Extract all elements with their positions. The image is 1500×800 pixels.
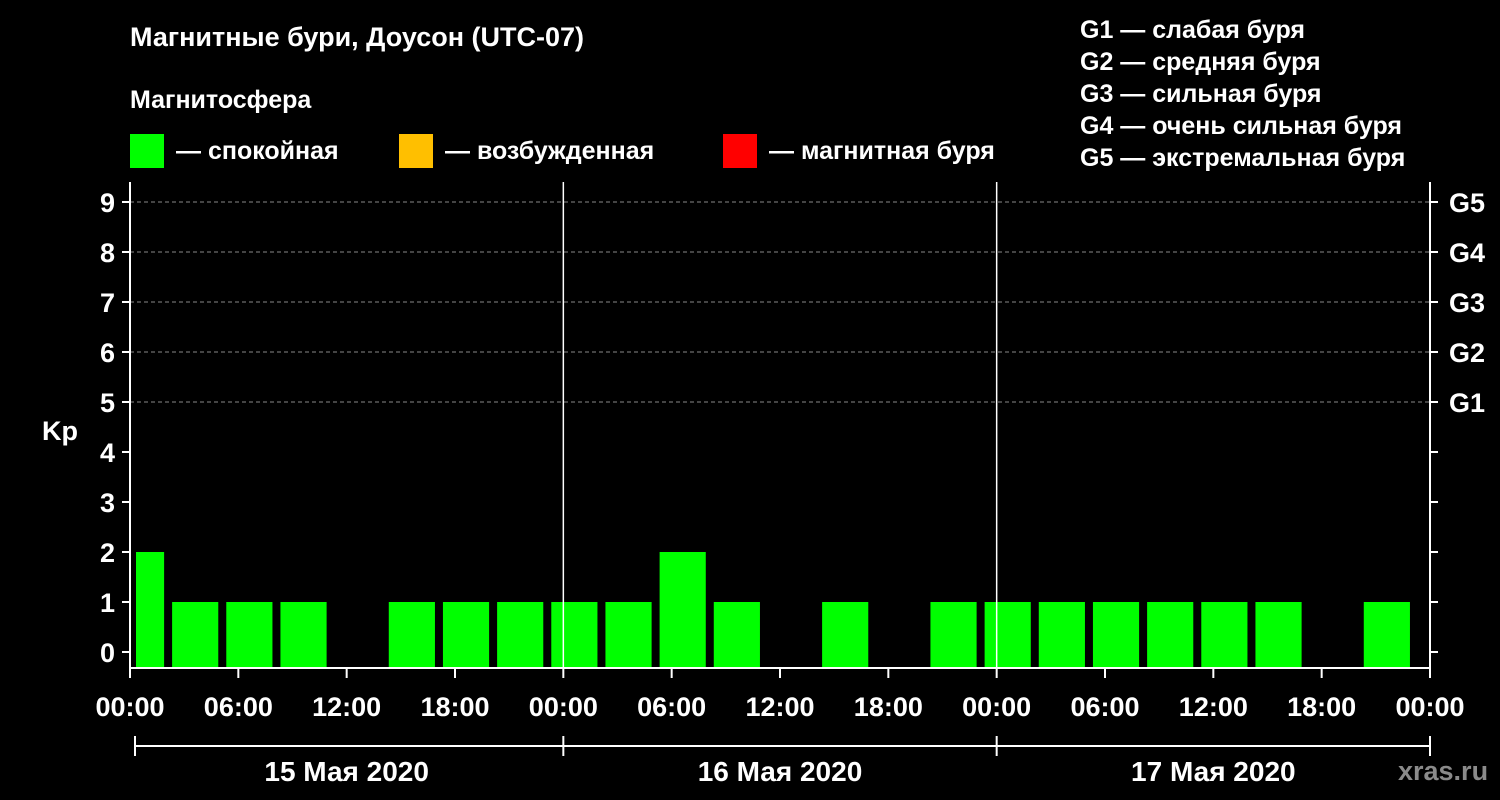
kp-bar xyxy=(930,602,977,668)
g-tick-label: G3 xyxy=(1449,288,1485,318)
y-tick-label: 8 xyxy=(100,238,115,268)
kp-chart: 0 1 2 3 4 5 6 7 8 9 G1 G2 G3 G4 G5 Kp 00:00 06:00 12:00 18:… xyxy=(42,182,1485,787)
g-tick-label: G5 xyxy=(1449,188,1485,218)
day-label: 15 Мая 2020 xyxy=(264,756,429,787)
x-tick-label: 06:00 xyxy=(637,692,706,722)
y-tick-label: 2 xyxy=(100,538,115,568)
y-tick-label: 1 xyxy=(100,588,115,618)
y-tick-label: 0 xyxy=(100,638,115,668)
x-tick-label: 18:00 xyxy=(854,692,923,722)
kp-bar xyxy=(605,602,652,668)
kp-bar xyxy=(713,602,760,668)
kp-bar xyxy=(388,602,435,668)
kp-bar xyxy=(172,602,219,668)
x-tick-label: 12:00 xyxy=(1179,692,1248,722)
kp-bar xyxy=(136,552,165,668)
x-tick-label: 00:00 xyxy=(529,692,598,722)
x-tick-label: 18:00 xyxy=(1287,692,1356,722)
x-tick-label: 12:00 xyxy=(745,692,814,722)
y-tick-label: 6 xyxy=(100,338,115,368)
y-tick-label: 3 xyxy=(100,488,115,518)
x-tick-label: 00:00 xyxy=(1395,692,1464,722)
y-axis-label: Kp xyxy=(42,416,78,446)
y-tick-label: 9 xyxy=(100,188,115,218)
kp-bar xyxy=(442,602,490,668)
kp-bar xyxy=(226,602,273,668)
x-tick-label: 00:00 xyxy=(962,692,1031,722)
y-tick-label: 4 xyxy=(100,438,115,468)
kp-bar xyxy=(1201,602,1248,668)
x-tick-label: 06:00 xyxy=(1070,692,1139,722)
kp-bar xyxy=(659,552,706,668)
kp-bar xyxy=(1092,602,1140,668)
y-tick-label: 5 xyxy=(100,388,115,418)
x-tick-label: 18:00 xyxy=(420,692,489,722)
g-tick-label: G1 xyxy=(1449,388,1485,418)
kp-bar xyxy=(551,602,598,668)
x-tick-label: 06:00 xyxy=(204,692,273,722)
kp-bar xyxy=(1363,602,1410,668)
kp-bar xyxy=(822,602,869,668)
g-tick-label: G2 xyxy=(1449,338,1485,368)
watermark: xras.ru xyxy=(1398,756,1489,786)
kp-bar xyxy=(1147,602,1194,668)
x-tick-label: 12:00 xyxy=(312,692,381,722)
y-tick-label: 7 xyxy=(100,288,115,318)
kp-bar xyxy=(984,602,1031,668)
g-tick-label: G4 xyxy=(1449,238,1485,268)
x-tick-label: 00:00 xyxy=(95,692,164,722)
kp-bar xyxy=(1038,602,1085,668)
day-label: 17 Мая 2020 xyxy=(1131,756,1296,787)
day-label: 16 Мая 2020 xyxy=(698,756,863,787)
kp-bar xyxy=(497,602,544,668)
kp-bar xyxy=(1255,602,1302,668)
kp-bar xyxy=(280,602,327,668)
